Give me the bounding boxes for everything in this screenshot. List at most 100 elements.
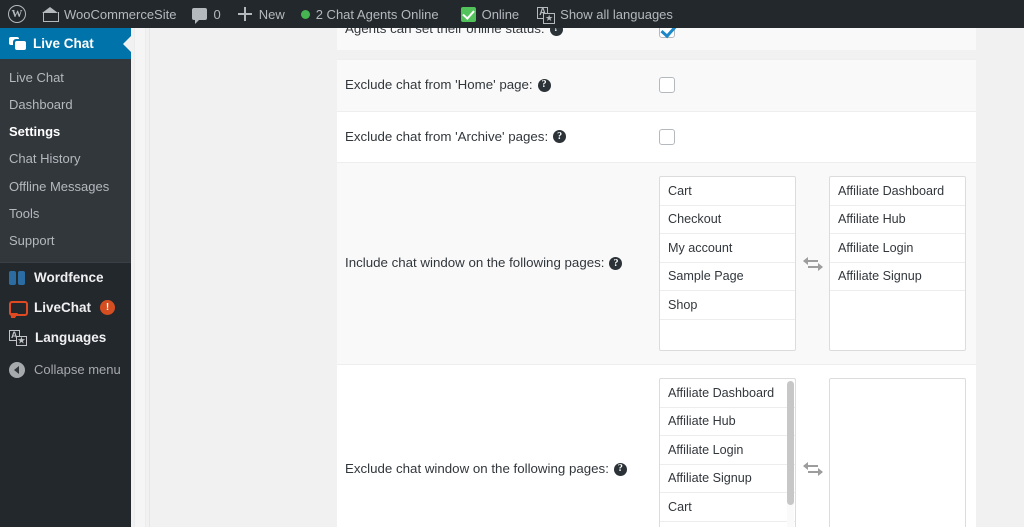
setting-label-cell: Exclude chat from 'Home' page: ? — [337, 60, 659, 111]
chat-agents-status-label: 2 Chat Agents Online — [315, 6, 439, 22]
live-chat-bubbles-icon — [9, 36, 26, 51]
setting-label: Exclude chat window on the following pag… — [345, 460, 609, 476]
green-status-dot-icon — [300, 9, 310, 19]
list-item[interactable]: Affiliate Dashboard — [660, 379, 795, 408]
list-item[interactable]: Checkout — [660, 206, 795, 235]
new-label: New — [258, 6, 285, 22]
sidebar-item-chat-history[interactable]: Chat History — [0, 146, 131, 173]
setting-label: Include chat window on the following pag… — [345, 255, 605, 271]
list-items: Affiliate Dashboard Affiliate Hub Affili… — [660, 379, 795, 527]
sidebar-item-label: Live Chat — [33, 36, 94, 51]
exclude-pages-dual-list: Affiliate Dashboard Affiliate Hub Affili… — [659, 378, 966, 527]
live-chat-menu-group: Live Chat Live Chat Dashboard Settings C… — [0, 28, 131, 262]
list-scrollbar-thumb[interactable] — [787, 381, 794, 506]
comment-bubble-icon — [192, 8, 208, 24]
collapse-menu-button[interactable]: Collapse menu — [0, 355, 131, 385]
list-item[interactable]: Affiliate Login — [830, 234, 965, 263]
sidebar-item-settings[interactable]: Settings — [0, 119, 131, 146]
show-all-languages-menu[interactable]: Show all languages — [527, 0, 681, 28]
online-toggle-label: Online — [481, 6, 520, 22]
setting-label: Agents can set their online status: — [345, 28, 545, 36]
include-available-list[interactable]: Cart Checkout My account Sample Page Sho… — [659, 176, 796, 352]
help-icon[interactable]: ? — [537, 78, 551, 92]
sidebar-item-live-chat-sub[interactable]: Live Chat — [0, 64, 131, 91]
sidebar-item-languages[interactable]: Languages — [0, 323, 131, 353]
setting-label-cell: Exclude chat from 'Archive' pages: ? — [337, 112, 659, 163]
list-item[interactable]: Affiliate Hub — [830, 206, 965, 235]
help-icon[interactable]: ? — [549, 28, 563, 36]
setting-label-cell: Exclude chat window on the following pag… — [337, 365, 659, 527]
wp-admin-bar: WooCommerceSite 0 New 2 Chat Agents Onli… — [0, 0, 1024, 28]
include-selected-list[interactable]: Affiliate Dashboard Affiliate Hub Affili… — [829, 176, 966, 352]
table-row: Agents can set their online status: ? — [337, 28, 976, 50]
sidebar-item-offline-messages[interactable]: Offline Messages — [0, 173, 131, 200]
exclude-selected-list[interactable] — [829, 378, 966, 527]
settings-form-table: Agents can set their online status: ? Ex… — [337, 28, 976, 527]
chat-agents-status[interactable]: 2 Chat Agents Online — [293, 0, 447, 28]
list-item[interactable]: Checkout — [660, 522, 795, 527]
status-badge: ! — [100, 300, 116, 316]
languages-icon — [537, 6, 556, 24]
setting-control-cell — [659, 60, 976, 111]
sidebar-item-live-chat[interactable]: Live Chat — [0, 28, 131, 59]
page-scrollbar-thumb[interactable] — [134, 28, 146, 527]
sidebar-item-dashboard[interactable]: Dashboard — [0, 91, 131, 118]
sidebar-item-wordfence[interactable]: Wordfence — [0, 263, 131, 293]
sidebar-item-tools[interactable]: Tools — [0, 200, 131, 227]
list-item[interactable]: Affiliate Dashboard — [830, 177, 965, 206]
help-icon[interactable]: ? — [553, 130, 567, 144]
wp-logo-menu[interactable] — [0, 0, 34, 28]
green-checkbox-icon[interactable] — [460, 6, 476, 22]
sidebar-item-support[interactable]: Support — [0, 228, 131, 255]
list-scrollbar[interactable] — [787, 381, 794, 527]
admin-sidebar: Live Chat Live Chat Dashboard Settings C… — [0, 28, 131, 527]
new-content-menu[interactable]: New — [229, 0, 293, 28]
comments-count: 0 — [213, 6, 221, 22]
site-name-menu[interactable]: WooCommerceSite — [34, 0, 184, 28]
setting-label: Exclude chat from 'Home' page: — [345, 77, 533, 92]
sidebar-item-label: Languages — [35, 330, 107, 346]
list-item[interactable]: Affiliate Hub — [660, 408, 795, 437]
list-item[interactable]: My account — [660, 234, 795, 263]
collapse-menu-label: Collapse menu — [34, 362, 121, 378]
online-toggle[interactable]: Online — [447, 0, 528, 28]
table-row: Exclude chat from 'Archive' pages: ? — [337, 110, 976, 163]
setting-label-cell: Agents can set their online status: ? — [337, 28, 659, 50]
list-item[interactable]: Cart — [660, 177, 795, 206]
table-row: Exclude chat window on the following pag… — [337, 364, 976, 527]
list-item[interactable]: Affiliate Signup — [830, 263, 965, 292]
settings-content-area: Agents can set their online status: ? Ex… — [131, 28, 1024, 527]
agents-online-status-checkbox[interactable] — [659, 28, 675, 38]
exclude-available-list[interactable]: Affiliate Dashboard Affiliate Hub Affili… — [659, 378, 796, 527]
sidebar-item-livechat[interactable]: LiveChat ! — [0, 293, 131, 323]
list-item[interactable]: Affiliate Signup — [660, 465, 795, 494]
table-gap — [337, 50, 976, 59]
setting-control-cell: Cart Checkout My account Sample Page Sho… — [659, 163, 976, 364]
sidebar-item-label: LiveChat — [34, 300, 92, 316]
page-scrollbar[interactable] — [131, 28, 150, 527]
wordfence-icon — [9, 270, 25, 285]
help-icon[interactable]: ? — [609, 257, 623, 271]
exclude-home-checkbox[interactable] — [659, 77, 675, 94]
setting-label: Exclude chat from 'Archive' pages: — [345, 128, 549, 144]
list-item[interactable]: Affiliate Login — [660, 436, 795, 465]
table-row: Exclude chat from 'Home' page: ? — [337, 59, 976, 111]
wordpress-logo-icon — [8, 5, 26, 23]
table-row: Include chat window on the following pag… — [337, 162, 976, 365]
languages-icon — [9, 330, 27, 347]
livechat-bubble-icon — [9, 300, 28, 318]
exclude-archive-checkbox[interactable] — [659, 128, 675, 145]
home-icon — [42, 6, 59, 22]
list-item[interactable]: Shop — [660, 291, 795, 320]
plus-icon — [237, 6, 253, 22]
list-item[interactable]: Cart — [660, 493, 795, 522]
include-swap-button[interactable] — [796, 256, 829, 271]
include-pages-dual-list: Cart Checkout My account Sample Page Sho… — [659, 176, 966, 352]
list-item[interactable]: Sample Page — [660, 263, 795, 292]
help-icon[interactable]: ? — [613, 462, 627, 476]
comments-menu[interactable]: 0 — [184, 0, 228, 28]
site-name-label: WooCommerceSite — [64, 6, 177, 22]
setting-control-cell — [659, 28, 976, 50]
show-all-languages-label: Show all languages — [560, 6, 673, 22]
exclude-swap-button[interactable] — [796, 462, 829, 477]
